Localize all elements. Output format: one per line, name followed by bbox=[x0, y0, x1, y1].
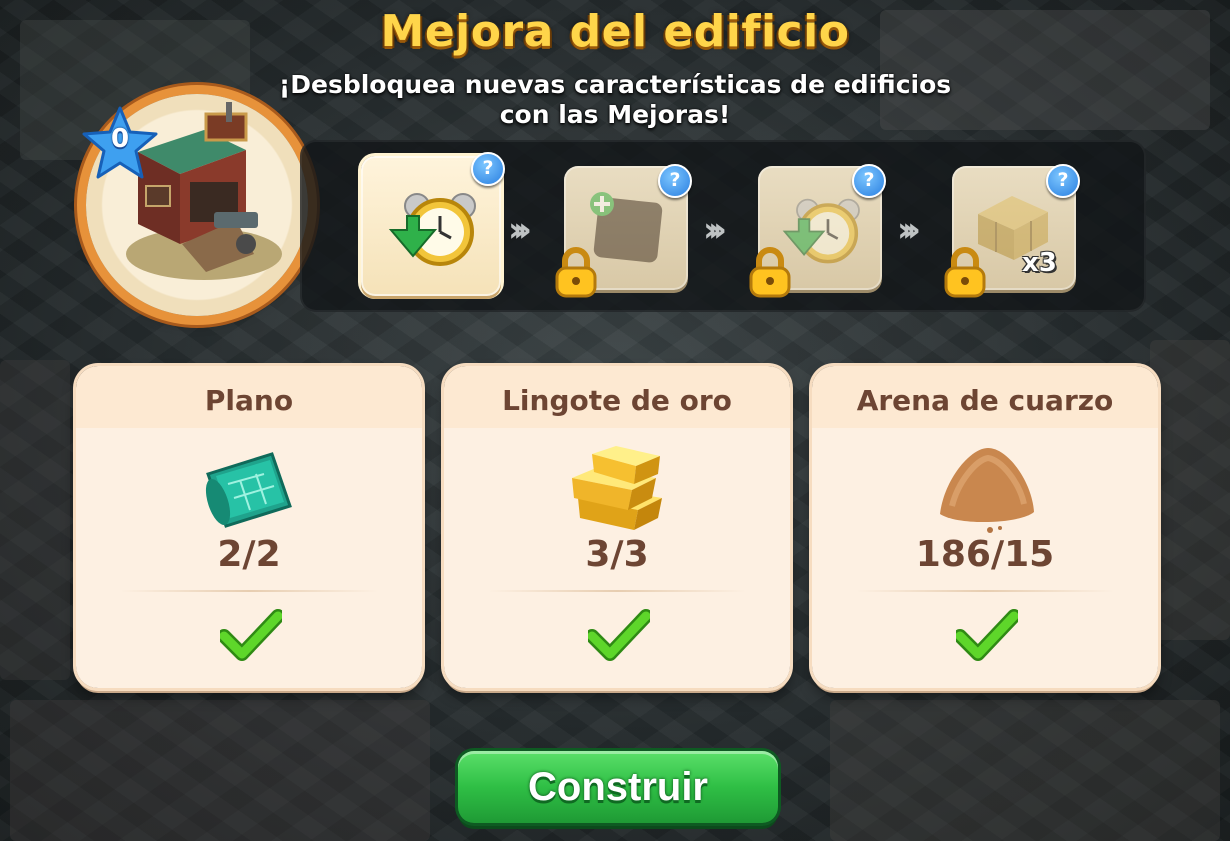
check-icon bbox=[956, 609, 1018, 661]
quartz-sand-icon bbox=[940, 448, 1034, 533]
divider bbox=[488, 590, 746, 592]
lock-icon bbox=[555, 247, 597, 298]
help-icon[interactable]: ? bbox=[1046, 164, 1080, 198]
resource-amount: 2/2 bbox=[217, 534, 281, 575]
background-building bbox=[1150, 340, 1230, 640]
dialog-title: Mejora del edificio bbox=[380, 6, 850, 57]
resource-card-blueprint: Plano 2/2 bbox=[76, 366, 422, 688]
lock-icon bbox=[944, 247, 986, 298]
lock-icon bbox=[749, 247, 791, 298]
double-chevron-right-icon: ››› bbox=[508, 210, 532, 250]
build-button[interactable]: Construir bbox=[458, 751, 778, 823]
background-building bbox=[10, 700, 430, 841]
resource-amount: 186/15 bbox=[915, 534, 1055, 575]
resource-name: Plano bbox=[204, 384, 294, 417]
reward-count: x3 bbox=[1022, 248, 1057, 278]
help-icon[interactable]: ? bbox=[852, 164, 886, 198]
build-button-label: Construir bbox=[528, 764, 708, 809]
divider bbox=[856, 590, 1114, 592]
resource-amount: 3/3 bbox=[585, 534, 649, 575]
resource-name: Arena de cuarzo bbox=[856, 384, 1114, 417]
check-icon bbox=[220, 609, 282, 661]
upgrade-path-panel: ? ››› ? ››› ? ››› x3 ? bbox=[300, 140, 1146, 312]
double-chevron-right-icon: ››› bbox=[897, 210, 921, 250]
subtitle-line: con las Mejoras! bbox=[499, 100, 731, 129]
help-icon[interactable]: ? bbox=[658, 164, 692, 198]
dialog-subtitle: ¡Desbloquea nuevas características de ed… bbox=[250, 70, 980, 130]
background-building bbox=[830, 700, 1220, 841]
divider bbox=[120, 590, 378, 592]
background-building bbox=[0, 360, 70, 680]
gold-ingot-icon bbox=[572, 446, 662, 530]
resource-card-quartz-sand: Arena de cuarzo 186/15 bbox=[812, 366, 1158, 688]
building-level: 0 bbox=[110, 124, 130, 154]
double-chevron-right-icon: ››› bbox=[703, 210, 727, 250]
subtitle-line: ¡Desbloquea nuevas características de ed… bbox=[278, 70, 952, 99]
help-icon[interactable]: ? bbox=[471, 152, 505, 186]
resource-name: Lingote de oro bbox=[502, 384, 732, 417]
check-icon bbox=[588, 609, 650, 661]
blueprint-icon bbox=[205, 452, 292, 528]
upgrade-stage-speedup[interactable]: ? bbox=[361, 152, 505, 296]
resource-card-gold-ingot: Lingote de oro 3/3 bbox=[444, 366, 790, 688]
